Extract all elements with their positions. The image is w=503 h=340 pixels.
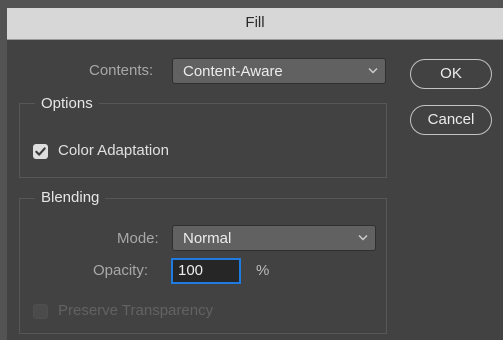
title-bar[interactable]: Fill <box>7 8 503 40</box>
contents-select[interactable]: Content-Aware <box>172 58 386 84</box>
cancel-button[interactable]: Cancel <box>410 105 492 135</box>
mode-select[interactable]: Normal <box>172 225 376 251</box>
preserve-transparency-label: Preserve Transparency <box>58 302 214 319</box>
preserve-transparency-checkbox[interactable] <box>33 304 48 319</box>
opacity-label: Opacity: <box>93 262 149 279</box>
options-group <box>19 103 387 178</box>
contents-label: Contents: <box>89 62 154 79</box>
contents-select-value: Content-Aware <box>183 63 283 80</box>
mode-select-value: Normal <box>183 230 232 247</box>
options-group-title: Options <box>35 95 99 112</box>
chevron-down-icon <box>358 235 368 241</box>
mode-label: Mode: <box>117 230 159 247</box>
fill-dialog: Fill Contents: Content-Aware OK Cancel O… <box>7 8 503 340</box>
opacity-unit: % <box>256 262 270 279</box>
ok-button[interactable]: OK <box>410 59 492 89</box>
chevron-down-icon <box>368 68 378 74</box>
checkmark-icon <box>35 147 46 156</box>
color-adaptation-label[interactable]: Color Adaptation <box>58 142 169 159</box>
color-adaptation-checkbox[interactable] <box>33 144 48 159</box>
opacity-input[interactable]: 100 <box>171 258 241 284</box>
dialog-title: Fill <box>245 14 265 31</box>
blending-group-title: Blending <box>35 189 106 206</box>
